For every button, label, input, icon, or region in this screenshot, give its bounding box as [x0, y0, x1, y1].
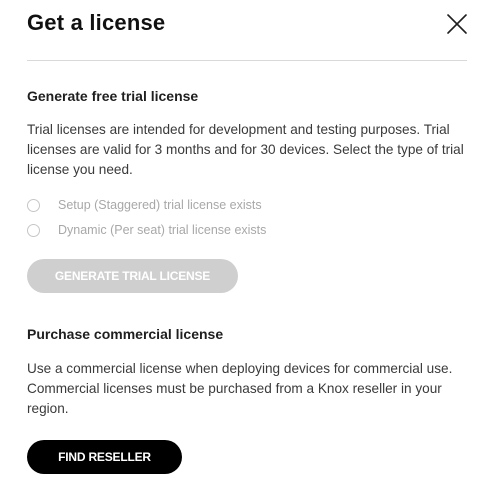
dialog-title: Get a license [27, 10, 166, 35]
radio-option-setup[interactable]: Setup (Staggered) trial license exists [27, 196, 262, 214]
trial-section-heading: Generate free trial license [27, 88, 199, 104]
find-reseller-button[interactable]: FIND RESELLER [27, 440, 182, 474]
radio-option-label: Setup (Staggered) trial license exists [58, 198, 262, 212]
radio-option-dynamic[interactable]: Dynamic (Per seat) trial license exists [27, 221, 266, 239]
commercial-section-heading: Purchase commercial license [27, 326, 224, 342]
generate-trial-license-button[interactable]: GENERATE TRIAL LICENSE [27, 259, 238, 293]
close-button[interactable] [444, 11, 470, 37]
radio-option-label: Dynamic (Per seat) trial license exists [58, 223, 267, 237]
commercial-description: Use a commercial license when deploying … [27, 361, 453, 416]
radio-button-icon[interactable] [27, 223, 40, 237]
radio-button-icon[interactable] [27, 198, 40, 212]
header-divider [27, 60, 467, 61]
close-icon [447, 14, 467, 34]
trial-description: Trial licenses are intended for developm… [27, 122, 464, 177]
license-dialog: Get a license Generate free trial licens… [0, 0, 494, 499]
